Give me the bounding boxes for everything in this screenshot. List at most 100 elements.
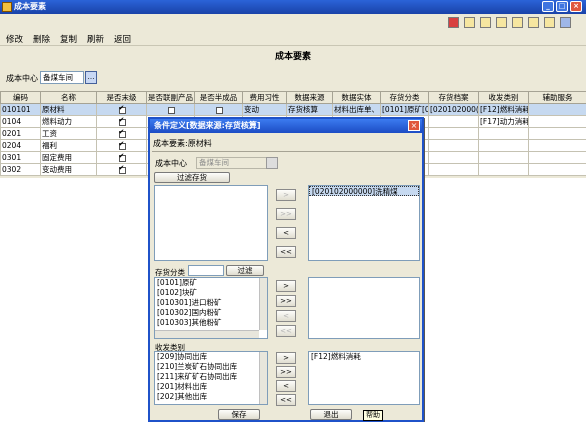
column-header[interactable]: 存货分类 xyxy=(380,91,429,104)
available-stock-list[interactable] xyxy=(154,185,268,261)
save-button[interactable]: 保存 xyxy=(218,409,260,420)
edit-menu-item[interactable]: 修改 xyxy=(6,33,23,45)
column-header[interactable]: 费用习性 xyxy=(242,91,287,104)
last-level-checkbox[interactable] xyxy=(118,117,126,126)
list-item[interactable]: [210]兰炭矿石协同出库 xyxy=(155,362,267,372)
menubar: 修改 删除 复制 刷新 返回 xyxy=(0,32,586,46)
column-header[interactable]: 收发类别 xyxy=(478,91,529,104)
list-item[interactable]: [010303]其他粉矿 xyxy=(155,318,267,328)
list-item[interactable]: [020102000000]洗精煤 xyxy=(309,186,419,196)
selected-category-list[interactable] xyxy=(308,277,420,339)
column-header[interactable]: 是否半成品 xyxy=(194,91,243,104)
settings-icon[interactable] xyxy=(544,17,555,28)
dialog-close-button[interactable]: × xyxy=(408,120,420,131)
refresh-menu-item[interactable]: 刷新 xyxy=(87,33,104,45)
remove-category-button[interactable]: < xyxy=(276,310,296,322)
app-icon xyxy=(2,2,12,12)
column-header[interactable]: 辅助服务 xyxy=(528,91,586,104)
copy-menu-item[interactable]: 复制 xyxy=(60,33,77,45)
folder-icon[interactable] xyxy=(480,17,491,28)
cell-aux xyxy=(528,115,586,128)
list-item[interactable]: [0101]原矿 xyxy=(155,278,267,288)
cell-name: 变动费用 xyxy=(40,163,97,176)
open-icon[interactable] xyxy=(464,17,475,28)
home-icon[interactable] xyxy=(448,17,459,28)
minimize-button[interactable]: _ xyxy=(542,1,554,12)
list-item[interactable]: [202]其他出库 xyxy=(155,392,267,402)
cell-code: 0104 xyxy=(0,115,41,128)
cell-code: 010101 xyxy=(0,103,41,116)
list-item[interactable]: [010301]进口粉矿 xyxy=(155,298,267,308)
category-filter-button[interactable]: 过滤 xyxy=(226,265,264,276)
remove-type-button[interactable]: < xyxy=(276,380,296,392)
cell-category: [0101]原矿[0 xyxy=(380,103,429,116)
list-item[interactable]: [F12]燃料消耗 xyxy=(309,352,419,362)
cell-type: [F12]燃料消耗 xyxy=(478,103,529,116)
add-all-category-button[interactable]: >> xyxy=(276,295,296,307)
column-header[interactable]: 名称 xyxy=(40,91,97,104)
last-level-checkbox[interactable] xyxy=(118,153,126,162)
column-header[interactable]: 存货档案 xyxy=(428,91,479,104)
add-all-type-button[interactable]: >> xyxy=(276,366,296,378)
remove-stock-button[interactable]: < xyxy=(276,227,296,239)
column-header[interactable]: 数据来源 xyxy=(286,91,333,104)
column-header[interactable]: 数据实体 xyxy=(332,91,381,104)
last-level-checkbox[interactable] xyxy=(118,165,126,174)
back-menu-item[interactable]: 返回 xyxy=(114,33,131,45)
cell-name: 福利 xyxy=(40,139,97,152)
last-level-checkbox[interactable] xyxy=(118,105,126,114)
remove-all-type-button[interactable]: << xyxy=(276,394,296,406)
add-category-button[interactable]: > xyxy=(276,280,296,292)
add-all-stock-button[interactable]: >> xyxy=(276,208,296,220)
joint-product-checkbox[interactable] xyxy=(167,106,175,114)
column-header[interactable]: 是否联副产品 xyxy=(146,91,195,104)
category-filter-input[interactable] xyxy=(188,265,224,276)
remove-all-category-button[interactable]: << xyxy=(276,325,296,337)
dialog-center-label: 成本中心 xyxy=(155,159,187,168)
add-stock-button[interactable]: > xyxy=(276,189,296,201)
list-item[interactable]: [010302]国内粉矿 xyxy=(155,308,267,318)
semi-finished-checkbox[interactable] xyxy=(215,106,223,114)
exit-button[interactable]: 退出 xyxy=(310,409,352,420)
cell-name: 工资 xyxy=(40,127,97,140)
cell-source: 存货核算 xyxy=(286,103,333,116)
type-list[interactable]: [209]协同出库 [210]兰炭矿石协同出库 [211]来矿矿石协同出库 [2… xyxy=(154,351,268,405)
maximize-button[interactable]: □ xyxy=(556,1,568,12)
divider xyxy=(152,151,420,152)
cell-code: 0301 xyxy=(0,151,41,164)
last-level-checkbox[interactable] xyxy=(118,129,126,138)
cell-code: 0204 xyxy=(0,139,41,152)
close-window-button[interactable]: × xyxy=(570,1,582,12)
cell-aux xyxy=(528,103,586,116)
dialog-title: 条件定义[数据来源:存货核算] xyxy=(150,119,422,133)
dialog-lookup-button xyxy=(266,157,278,169)
filter-stock-button[interactable]: 过滤存货 xyxy=(154,172,230,183)
table-row[interactable]: 010101 原材料 变动 存货核算 材料出库单、 [0101]原矿[0 [02… xyxy=(0,103,586,116)
element-label: 成本要素:原材料 xyxy=(153,139,212,148)
list-item[interactable]: [211]来矿矿石协同出库 xyxy=(155,372,267,382)
selected-stock-list[interactable]: [020102000000]洗精煤 xyxy=(308,185,420,261)
list-icon[interactable] xyxy=(512,17,523,28)
help-icon[interactable] xyxy=(560,17,571,28)
table-icon[interactable] xyxy=(528,17,539,28)
list-item[interactable]: [209]协同出库 xyxy=(155,352,267,362)
last-level-checkbox[interactable] xyxy=(118,141,126,150)
cost-center-field[interactable]: 备煤车间 xyxy=(40,71,84,84)
column-header[interactable]: 编码 xyxy=(0,91,41,104)
add-type-button[interactable]: > xyxy=(276,352,296,364)
cell-name: 原材料 xyxy=(40,103,97,116)
report-icon[interactable] xyxy=(496,17,507,28)
list-item[interactable]: [0102]块矿 xyxy=(155,288,267,298)
cell-archive: [020102000( xyxy=(428,103,479,116)
category-hscrollbar[interactable] xyxy=(155,330,259,338)
category-scrollbar[interactable] xyxy=(259,278,267,330)
delete-menu-item[interactable]: 删除 xyxy=(33,33,50,45)
column-header[interactable]: 是否末级 xyxy=(96,91,147,104)
type-scrollbar[interactable] xyxy=(259,352,267,404)
list-item[interactable]: [201]材料出库 xyxy=(155,382,267,392)
cell-archive xyxy=(428,115,479,128)
remove-all-stock-button[interactable]: << xyxy=(276,246,296,258)
window-titlebar: 成本要素 _ □ × xyxy=(0,0,586,14)
lookup-button[interactable]: … xyxy=(85,71,97,84)
selected-type-list[interactable]: [F12]燃料消耗 xyxy=(308,351,420,405)
